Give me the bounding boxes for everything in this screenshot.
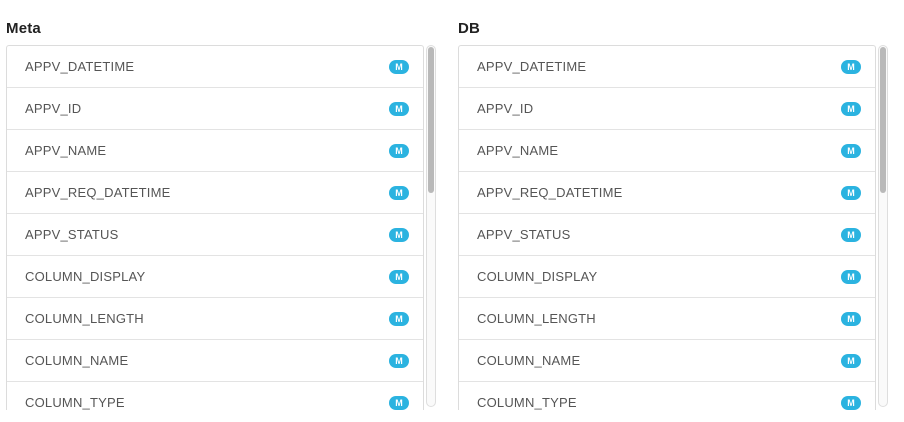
list-item-label: APPV_DATETIME	[477, 59, 587, 74]
db-list-scrollbar[interactable]	[878, 45, 888, 407]
list-item[interactable]: APPV_NAME M	[7, 130, 423, 172]
list-item[interactable]: APPV_NAME M	[459, 130, 875, 172]
list-item-label: APPV_REQ_DATETIME	[25, 185, 171, 200]
m-badge-icon: M	[389, 186, 409, 200]
list-item[interactable]: APPV_REQ_DATETIME M	[459, 172, 875, 214]
list-item-label: APPV_NAME	[477, 143, 559, 158]
m-badge-icon: M	[841, 396, 861, 410]
list-item-label: APPV_ID	[25, 101, 82, 116]
m-badge-icon: M	[389, 396, 409, 410]
list-item-label: APPV_NAME	[25, 143, 107, 158]
list-item-label: COLUMN_NAME	[25, 353, 129, 368]
list-item[interactable]: APPV_ID M	[459, 88, 875, 130]
list-item-label: APPV_REQ_DATETIME	[477, 185, 623, 200]
meta-panel-title: Meta	[6, 20, 41, 37]
list-item[interactable]: COLUMN_NAME M	[7, 340, 423, 382]
list-item-label: COLUMN_DISPLAY	[25, 269, 146, 284]
db-column-list[interactable]: APPV_DATETIME M APPV_ID M APPV_NAME M AP…	[458, 45, 876, 410]
m-badge-icon: M	[389, 228, 409, 242]
list-item-label: COLUMN_TYPE	[477, 395, 577, 410]
m-badge-icon: M	[841, 270, 861, 284]
m-badge-icon: M	[841, 60, 861, 74]
list-item[interactable]: APPV_DATETIME M	[7, 46, 423, 88]
db-list-scroll-thumb[interactable]	[880, 47, 886, 193]
list-item[interactable]: APPV_REQ_DATETIME M	[7, 172, 423, 214]
m-badge-icon: M	[389, 60, 409, 74]
meta-column-list[interactable]: APPV_DATETIME M APPV_ID M APPV_NAME M AP…	[6, 45, 424, 410]
m-badge-icon: M	[389, 354, 409, 368]
list-item-label: APPV_STATUS	[25, 227, 119, 242]
m-badge-icon: M	[841, 312, 861, 326]
db-panel-title: DB	[458, 20, 481, 37]
m-badge-icon: M	[389, 270, 409, 284]
m-badge-icon: M	[389, 144, 409, 158]
list-item[interactable]: COLUMN_LENGTH M	[7, 298, 423, 340]
list-item[interactable]: COLUMN_LENGTH M	[459, 298, 875, 340]
meta-list-scroll-thumb[interactable]	[428, 47, 434, 193]
m-badge-icon: M	[841, 144, 861, 158]
list-item[interactable]: APPV_DATETIME M	[459, 46, 875, 88]
m-badge-icon: M	[841, 102, 861, 116]
list-item[interactable]: APPV_STATUS M	[7, 214, 423, 256]
m-badge-icon: M	[841, 186, 861, 200]
list-item-label: COLUMN_DISPLAY	[477, 269, 598, 284]
list-item[interactable]: COLUMN_TYPE M	[7, 382, 423, 410]
list-item[interactable]: APPV_ID M	[7, 88, 423, 130]
list-item[interactable]: COLUMN_DISPLAY M	[459, 256, 875, 298]
list-item[interactable]: APPV_STATUS M	[459, 214, 875, 256]
list-item[interactable]: COLUMN_DISPLAY M	[7, 256, 423, 298]
list-item-label: APPV_DATETIME	[25, 59, 135, 74]
list-item-label: COLUMN_LENGTH	[25, 311, 144, 326]
list-item-label: APPV_ID	[477, 101, 534, 116]
meta-list-scrollbar[interactable]	[426, 45, 436, 407]
list-item[interactable]: COLUMN_TYPE M	[459, 382, 875, 410]
m-badge-icon: M	[841, 354, 861, 368]
m-badge-icon: M	[841, 228, 861, 242]
list-item-label: COLUMN_LENGTH	[477, 311, 596, 326]
list-item-label: COLUMN_NAME	[477, 353, 581, 368]
m-badge-icon: M	[389, 312, 409, 326]
list-item[interactable]: COLUMN_NAME M	[459, 340, 875, 382]
list-item-label: COLUMN_TYPE	[25, 395, 125, 410]
list-item-label: APPV_STATUS	[477, 227, 571, 242]
m-badge-icon: M	[389, 102, 409, 116]
